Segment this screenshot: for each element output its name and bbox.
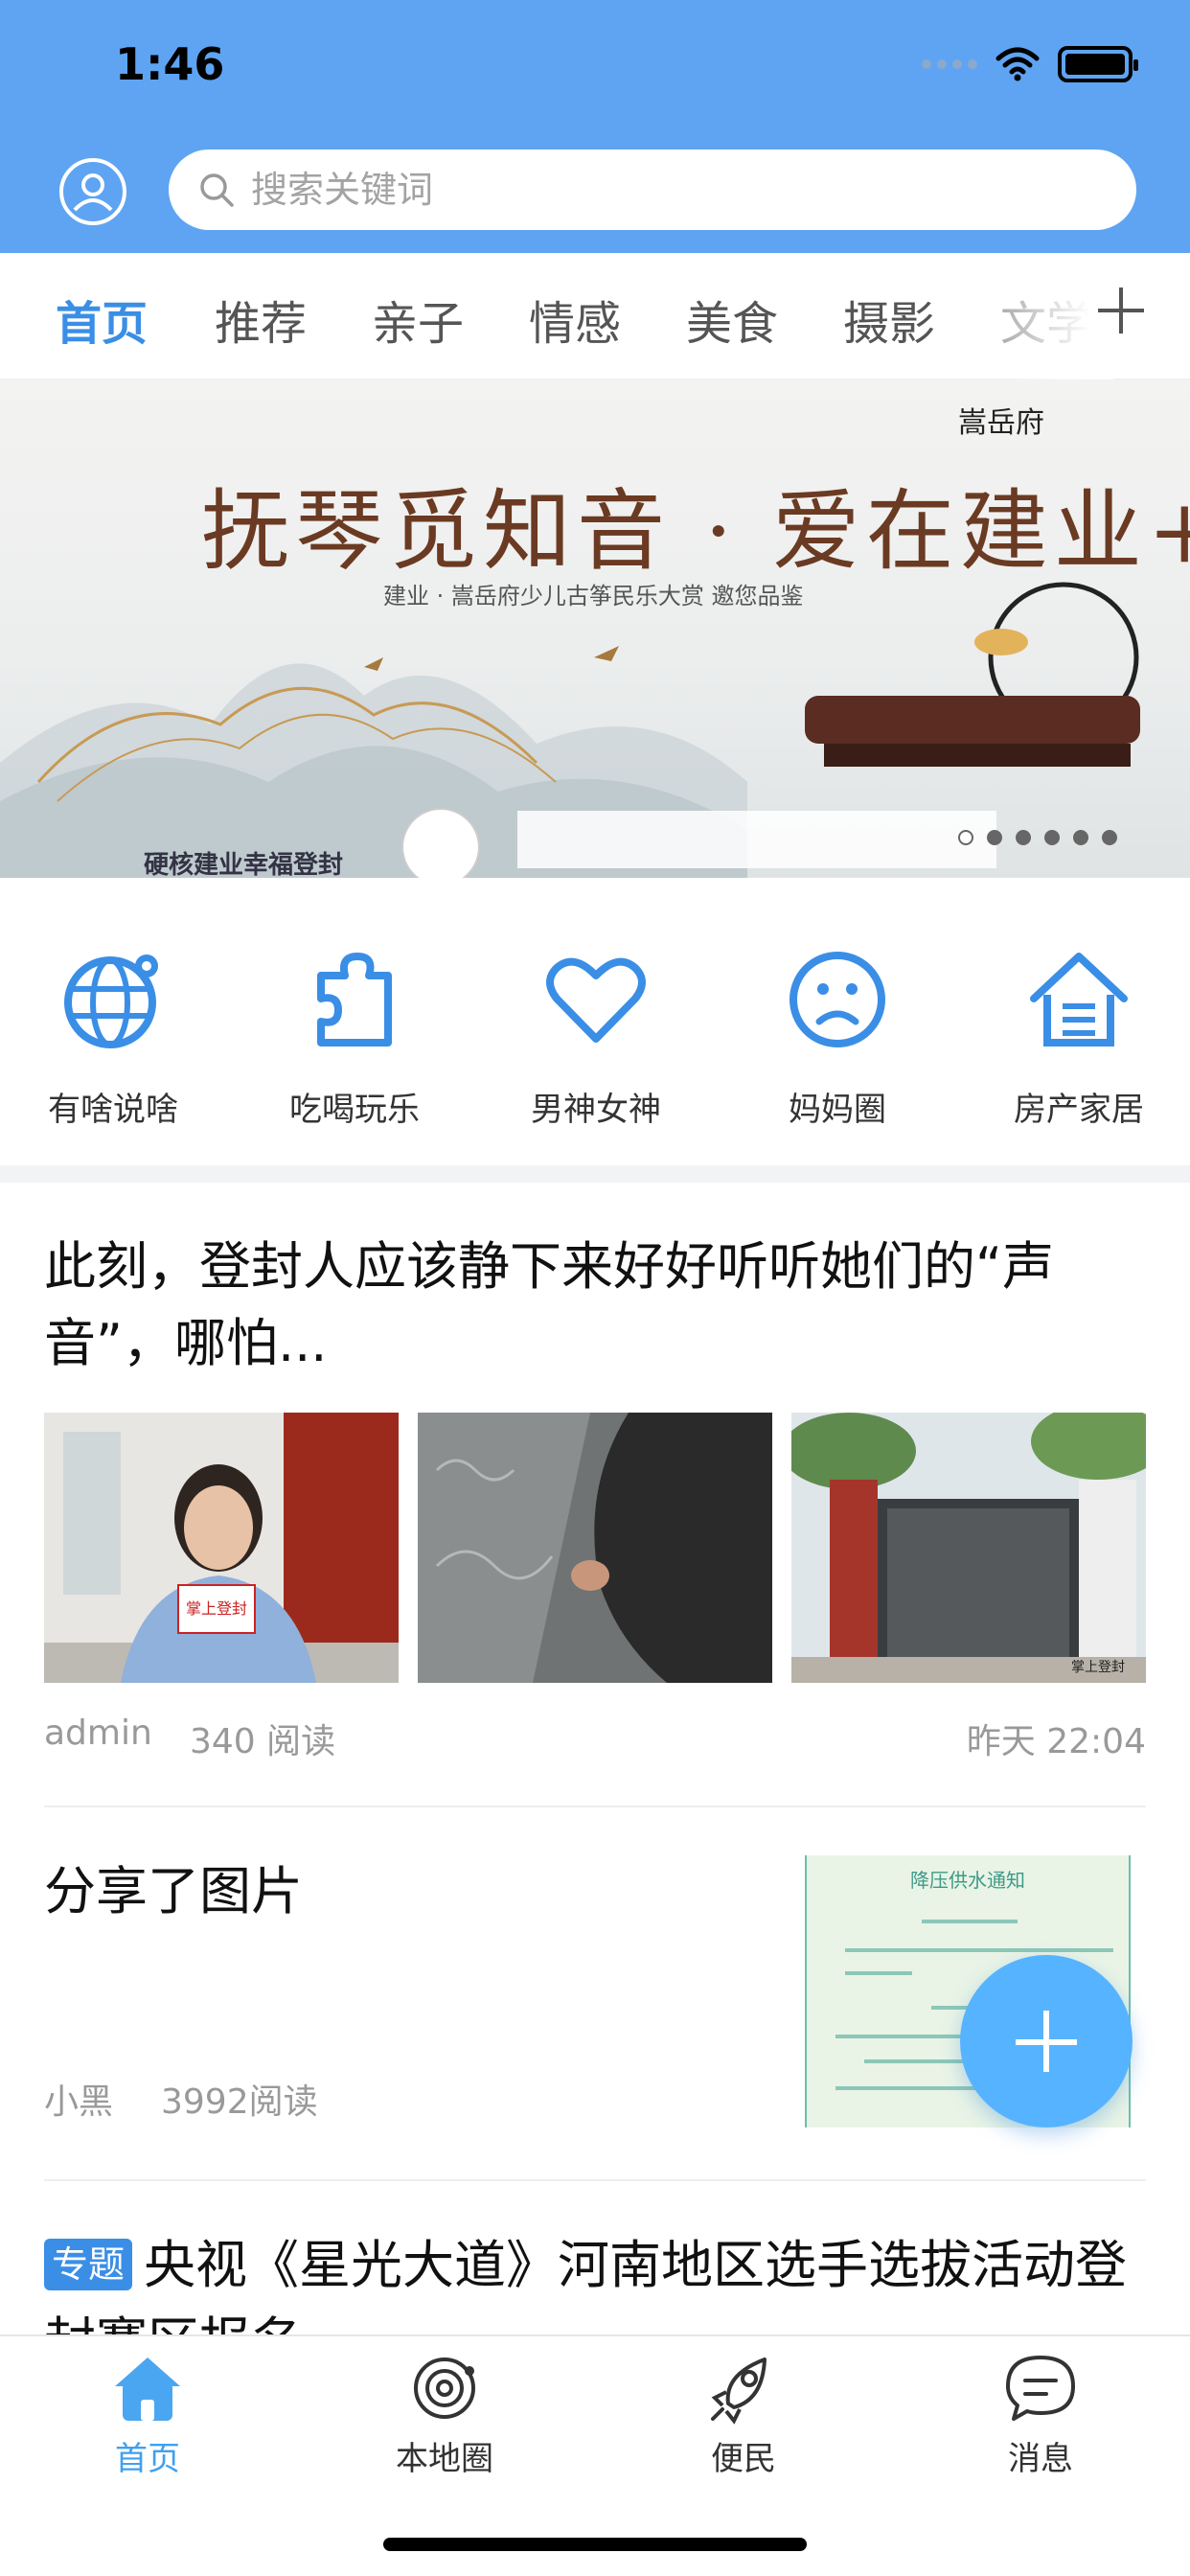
carousel-dot	[1073, 830, 1088, 845]
quick-nav-label: 有啥说啥	[48, 1091, 178, 1129]
notice-image-title: 降压供水通知	[910, 1869, 1025, 1892]
search-icon	[200, 173, 234, 207]
header: 1:46	[0, 0, 1190, 253]
banner-subtitle: 建业 · 嵩岳府少儿古筝民乐大赏 邀您品鉴	[383, 583, 804, 610]
tabbar-label: 消息	[1008, 2440, 1073, 2478]
post-title[interactable]: 此刻，登封人应该静下来好好听听她们的“声音”，哪怕...	[44, 1229, 1146, 1382]
banner-slogan: 硬核建业幸福登封	[144, 851, 344, 878]
tabbar-item-services[interactable]: 便民	[648, 2350, 839, 2479]
status-time: 1:46	[115, 38, 225, 90]
planet-icon	[414, 2358, 475, 2419]
post-time: 昨天 22:04	[966, 1722, 1146, 1761]
carousel-dot	[1016, 830, 1031, 845]
divider	[44, 2179, 1146, 2181]
banner-title: 抚琴觅知音 · 爱在建业+	[201, 480, 1190, 583]
post-author[interactable]: 小黑	[44, 2074, 113, 2124]
add-tab-icon[interactable]	[1098, 288, 1144, 334]
post-title[interactable]: 分享了图片	[44, 1853, 772, 1930]
puzzle-icon	[317, 953, 392, 1046]
carousel-dot	[1044, 830, 1060, 845]
tabbar-label: 便民	[711, 2440, 776, 2478]
carousel-dots	[958, 830, 1117, 845]
quick-nav-label: 男神女神	[531, 1091, 661, 1129]
quick-nav-item-idols[interactable]: 男神女神	[500, 947, 692, 1130]
post-title: 央视《星光大道》河南地区选手选拔活动登封赛区报名	[44, 2235, 1128, 2334]
status-icons	[922, 46, 1138, 82]
tabbar-item-local[interactable]: 本地圈	[349, 2350, 540, 2479]
thumbnail-caption: 掌上登封	[1071, 1660, 1125, 1675]
post-author[interactable]: admin	[44, 1714, 152, 1753]
quick-nav: 有啥说啥 吃喝玩乐 男神女神 妈妈圈 房产家居	[0, 878, 1190, 1165]
home-indicator	[383, 2538, 807, 2551]
thumbnail-chalkboard-image	[418, 1413, 772, 1683]
banner-brand: 嵩岳府	[958, 406, 1044, 440]
quick-nav-label: 吃喝玩乐	[289, 1091, 420, 1129]
search-bar[interactable]	[169, 150, 1136, 230]
post-thumbnail[interactable]	[418, 1413, 772, 1683]
quick-nav-item-talk[interactable]: 有啥说啥	[17, 947, 209, 1130]
add-post-button[interactable]	[960, 1955, 1133, 2128]
search-input[interactable]	[251, 169, 1018, 211]
quick-nav-item-fun[interactable]: 吃喝玩乐	[259, 947, 450, 1130]
user-icon	[73, 173, 113, 212]
signal-icon	[922, 59, 977, 69]
carousel-dot-active	[958, 830, 973, 845]
quick-nav-label: 妈妈圈	[789, 1091, 886, 1129]
user-avatar-button[interactable]	[59, 158, 126, 225]
home-icon	[115, 2358, 180, 2421]
section-separator	[0, 1165, 1190, 1183]
tab-photography[interactable]: 摄影	[843, 286, 935, 353]
globe-icon	[64, 954, 158, 1048]
quick-nav-label: 房产家居	[1014, 1091, 1144, 1129]
tab-recommend[interactable]: 推荐	[215, 286, 307, 353]
thumbnail-caption: 掌上登封	[186, 1599, 247, 1618]
rocket-icon	[711, 2358, 767, 2425]
post-read-count: 3992阅读	[161, 2082, 318, 2122]
tab-emotion[interactable]: 情感	[529, 286, 621, 353]
divider	[44, 1806, 1146, 1807]
banner-landscape-art	[0, 582, 1140, 878]
battery-icon	[1058, 46, 1138, 82]
quick-nav-item-moms[interactable]: 妈妈圈	[742, 947, 933, 1130]
carousel-dot	[1102, 830, 1117, 845]
post-thumbnail[interactable]: 掌上登封	[791, 1413, 1146, 1683]
thumbnail-school-gate-image: 掌上登封	[791, 1413, 1146, 1683]
post-thumbnail[interactable]: 掌上登封	[44, 1413, 399, 1683]
tabs-fade	[998, 253, 1113, 380]
banner-carousel[interactable]: 嵩岳府 抚琴觅知音 · 爱在建业+ 建业 · 嵩岳府少儿古筝民乐大赏 邀您品鉴 …	[0, 380, 1190, 878]
thumbnail-reporter-image: 掌上登封	[44, 1413, 399, 1683]
tabbar-item-home[interactable]: 首页	[52, 2350, 243, 2479]
tab-parenting[interactable]: 亲子	[372, 286, 464, 353]
tab-food[interactable]: 美食	[686, 286, 778, 353]
app-screen: 1:46 首页 推荐	[0, 0, 1190, 2576]
heart-icon	[546, 957, 646, 1043]
wifi-icon	[995, 47, 1040, 81]
house-icon	[1030, 953, 1128, 1046]
post-title-row[interactable]: 专题央视《星光大道》河南地区选手选拔活动登封赛区报名	[44, 2227, 1146, 2334]
post-read-count: 340 阅读	[190, 1722, 336, 1761]
tab-home[interactable]: 首页	[56, 286, 148, 353]
tabbar-label: 本地圈	[396, 2440, 493, 2478]
carousel-dot	[987, 830, 1002, 845]
sad-face-icon	[790, 952, 885, 1047]
chat-bubble-icon	[1006, 2356, 1075, 2421]
topic-badge: 专题	[44, 2239, 133, 2290]
tabbar-item-messages[interactable]: 消息	[945, 2350, 1136, 2479]
quick-nav-item-realestate[interactable]: 房产家居	[983, 947, 1175, 1130]
tabbar-label: 首页	[115, 2440, 180, 2478]
category-tabs: 首页 推荐 亲子 情感 美食 摄影 文学	[0, 253, 1190, 380]
